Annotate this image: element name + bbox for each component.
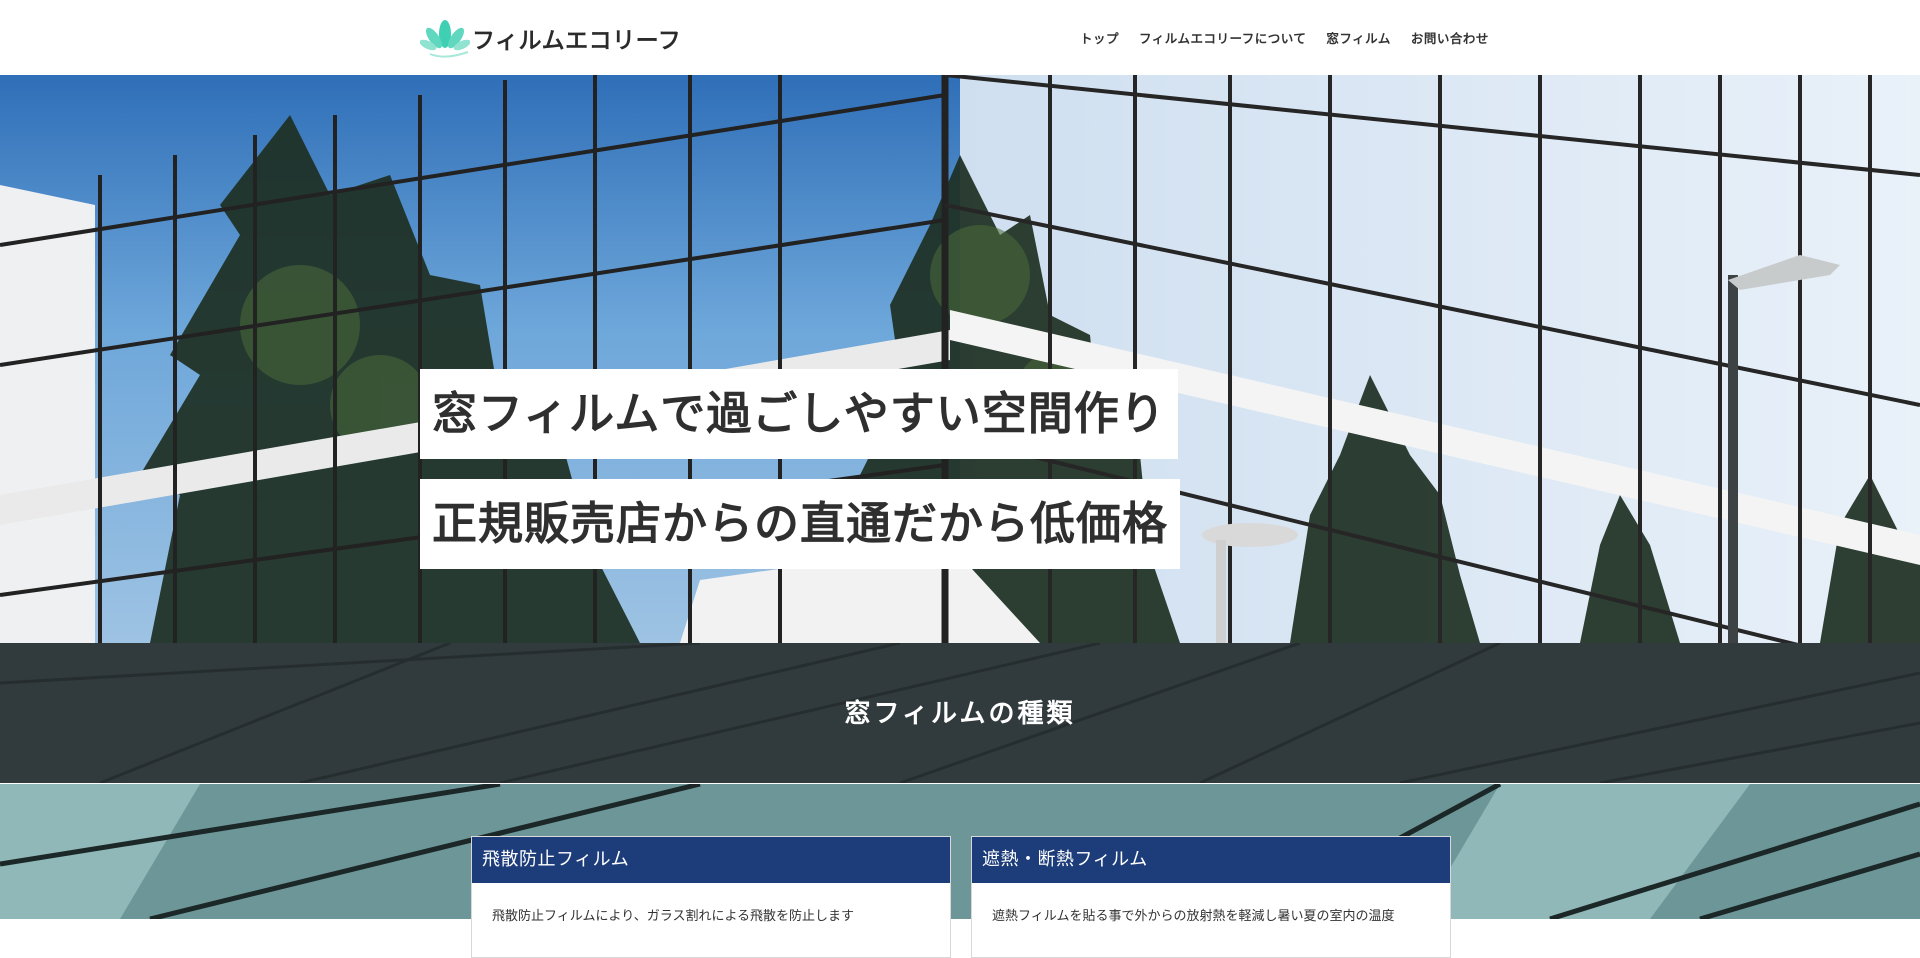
card-text: 飛散防止フィルムにより、ガラス割れによる飛散を防止します [492, 909, 855, 924]
film-card-shatterproof[interactable]: 飛散防止フィルム 飛散防止フィルムにより、ガラス割れによる飛散を防止します [471, 836, 951, 958]
section-title-band: 窓フィルムの種類 [0, 643, 1920, 783]
nav-item-about[interactable]: フィルムエコリーフについて [1139, 28, 1306, 47]
hero-section: 窓フィルムで過ごしやすい空間作り 正規販売店からの直通だから低価格 [0, 75, 1920, 643]
hero-headline-2: 正規販売店からの直通だから低価格 [420, 479, 1181, 569]
card-text: 遮熱フィルムを貼る事で外からの放射熱を軽減し暑い夏の室内の温度 [992, 909, 1395, 924]
glass-reflection-background [0, 784, 1920, 919]
site-logo[interactable]: フィルムエコリーフ [420, 14, 681, 62]
site-header: フィルムエコリーフ トップ フィルムエコリーフについて 窓フィルム お問い合わせ [0, 0, 1920, 75]
nav-item-top[interactable]: トップ [1080, 28, 1119, 47]
main-nav: トップ フィルムエコリーフについて 窓フィルム お問い合わせ [1080, 28, 1489, 47]
nav-item-contact[interactable]: お問い合わせ [1411, 28, 1489, 47]
lotus-logo-icon [420, 20, 470, 58]
card-title: 飛散防止フィルム [472, 837, 950, 883]
logo-text: フィルムエコリーフ [472, 28, 682, 54]
nav-item-window-film[interactable]: 窓フィルム [1326, 28, 1391, 47]
film-card-heat-insulation[interactable]: 遮熱・断熱フィルム 遮熱フィルムを貼る事で外からの放射熱を軽減し暑い夏の室内の温… [971, 836, 1451, 958]
card-title: 遮熱・断熱フィルム [972, 837, 1450, 883]
section-title: 窓フィルムの種類 [844, 699, 1076, 729]
hero-headline-1: 窓フィルムで過ごしやすい空間作り [420, 369, 1178, 459]
content-background [0, 784, 1920, 919]
